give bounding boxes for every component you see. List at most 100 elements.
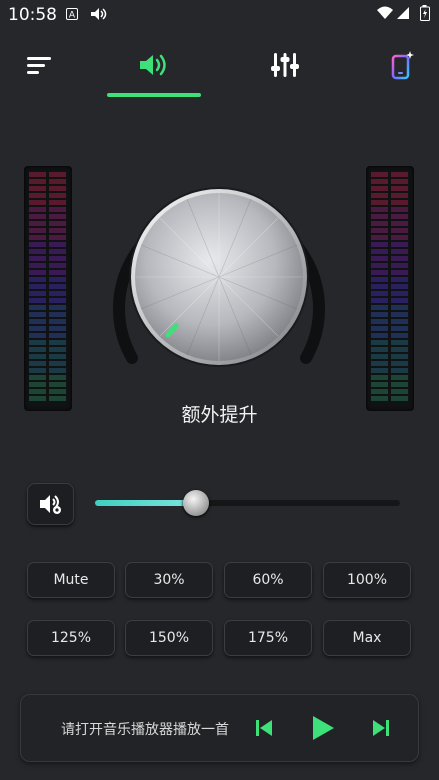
- phone-sparkle-icon: [391, 51, 414, 80]
- meter-segment: [391, 291, 408, 296]
- menu-icon: [27, 57, 51, 74]
- meter-segment: [49, 228, 66, 233]
- meter-segment: [49, 361, 66, 366]
- preset-60-button[interactable]: 60%: [224, 562, 312, 598]
- meter-segment: [49, 179, 66, 184]
- meter-segment: [391, 235, 408, 240]
- meter-segment: [49, 270, 66, 275]
- meter-segment: [49, 277, 66, 282]
- meter-segment: [49, 242, 66, 247]
- meter-segment: [371, 361, 388, 366]
- sound-indicator-icon: [90, 7, 108, 25]
- boost-knob[interactable]: [104, 172, 334, 367]
- slider-fill: [95, 500, 196, 506]
- meter-segment: [29, 319, 46, 324]
- meter-segment: [49, 291, 66, 296]
- tab-theme[interactable]: [381, 50, 421, 80]
- meter-segment: [29, 270, 46, 275]
- meter-segment: [371, 172, 388, 177]
- meter-segment: [371, 193, 388, 198]
- a-badge-icon: A: [66, 8, 78, 24]
- meter-segment: [29, 326, 46, 331]
- meter-segment: [49, 340, 66, 345]
- meter-segment: [391, 368, 408, 373]
- preset-max-button[interactable]: Max: [323, 620, 411, 656]
- meter-segment: [49, 347, 66, 352]
- previous-button[interactable]: [251, 715, 277, 741]
- meter-segment: [391, 263, 408, 268]
- meter-segment: [29, 340, 46, 345]
- meter-segment: [49, 186, 66, 191]
- meter-segment: [49, 200, 66, 205]
- meter-segment: [29, 221, 46, 226]
- meter-segment: [29, 228, 46, 233]
- meter-segment: [371, 375, 388, 380]
- meter-segment: [391, 389, 408, 394]
- meter-segment: [29, 389, 46, 394]
- meter-segment: [49, 284, 66, 289]
- tab-volume[interactable]: [133, 50, 173, 80]
- volume-settings-button[interactable]: [27, 483, 74, 525]
- meter-segment: [371, 291, 388, 296]
- preset-125-button[interactable]: 125%: [27, 620, 115, 656]
- meter-segment: [371, 235, 388, 240]
- next-button[interactable]: [368, 715, 394, 741]
- meter-segment: [371, 277, 388, 282]
- knob-caption: 额外提升: [181, 404, 258, 426]
- status-bar: 10:58 A: [0, 0, 439, 30]
- tab-equalizer[interactable]: [265, 50, 305, 80]
- meter-segment: [371, 284, 388, 289]
- signal-icon: [396, 6, 410, 24]
- meter-segment: [391, 361, 408, 366]
- meter-segment: [371, 305, 388, 310]
- meter-segment: [391, 375, 408, 380]
- meter-segment: [391, 333, 408, 338]
- meter-segment: [391, 221, 408, 226]
- svg-text:A: A: [69, 11, 76, 21]
- meter-segment: [49, 193, 66, 198]
- preset-175-button[interactable]: 175%: [224, 620, 312, 656]
- meter-segment: [391, 207, 408, 212]
- meter-segment: [371, 242, 388, 247]
- meter-segment: [391, 228, 408, 233]
- preset-150-button[interactable]: 150%: [125, 620, 213, 656]
- meter-segment: [29, 375, 46, 380]
- play-button[interactable]: [305, 711, 339, 745]
- meter-segment: [371, 256, 388, 261]
- meter-segment: [29, 291, 46, 296]
- active-tab-indicator: [107, 93, 201, 97]
- meter-segment: [371, 228, 388, 233]
- meter-segment: [371, 354, 388, 359]
- preset-100-button[interactable]: 100%: [323, 562, 411, 598]
- meter-segment: [391, 382, 408, 387]
- meter-segment: [29, 347, 46, 352]
- meter-segment: [391, 179, 408, 184]
- status-time: 10:58: [8, 5, 57, 25]
- wifi-icon: [376, 6, 394, 24]
- meter-segment: [391, 298, 408, 303]
- meter-segment: [391, 312, 408, 317]
- meter-segment: [371, 347, 388, 352]
- next-icon: [373, 720, 389, 736]
- meter-segment: [49, 319, 66, 324]
- menu-button[interactable]: [19, 50, 59, 80]
- meter-segment: [49, 214, 66, 219]
- preset-30-button[interactable]: 30%: [125, 562, 213, 598]
- preset-mute-button[interactable]: Mute: [27, 562, 115, 598]
- volume-slider[interactable]: [95, 490, 400, 516]
- meter-segment: [49, 333, 66, 338]
- slider-thumb[interactable]: [182, 490, 209, 516]
- meter-segment: [371, 312, 388, 317]
- right-level-meter: [366, 166, 414, 411]
- meter-segment: [371, 389, 388, 394]
- meter-segment: [49, 354, 66, 359]
- meter-segment: [29, 277, 46, 282]
- music-player-bar: 请打开音乐播放器播放一首: [20, 694, 419, 762]
- meter-segment: [371, 326, 388, 331]
- meter-segment: [49, 207, 66, 212]
- meter-segment: [29, 382, 46, 387]
- meter-segment: [391, 326, 408, 331]
- meter-segment: [391, 256, 408, 261]
- meter-segment: [29, 333, 46, 338]
- meter-segment: [49, 326, 66, 331]
